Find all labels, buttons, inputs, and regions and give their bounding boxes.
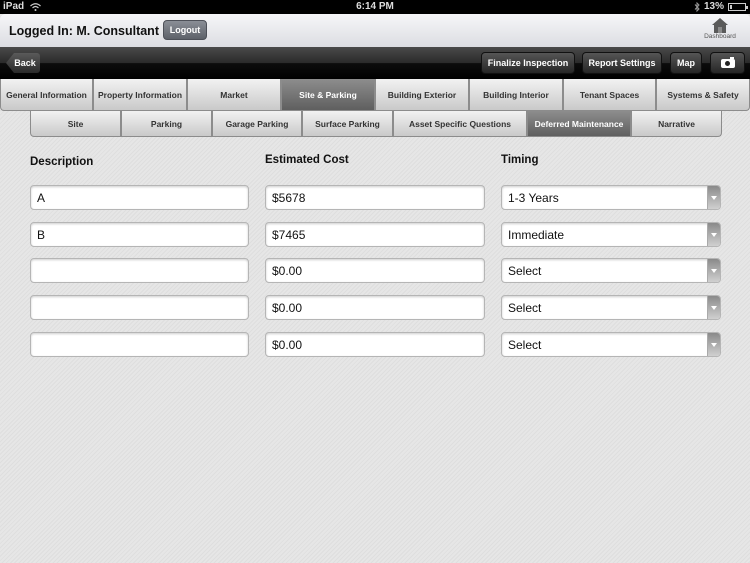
back-button[interactable]: Back	[6, 53, 40, 73]
description-input[interactable]	[30, 332, 249, 357]
dashboard-button[interactable]: Dashboard	[700, 17, 740, 40]
tab-property-information[interactable]: Property Information	[93, 79, 187, 111]
timing-select[interactable]: Select	[501, 332, 721, 357]
timing-select[interactable]: Select	[501, 258, 721, 283]
chevron-down-icon[interactable]	[707, 333, 720, 356]
main-tabs: General Information Property Information…	[0, 79, 750, 111]
bluetooth-icon	[694, 1, 700, 12]
timing-value: Immediate	[508, 227, 565, 242]
status-bar: iPad 6:14 PM 13%	[0, 0, 750, 14]
header-bar: Logged In: M. Consultant Logout Dashboar…	[0, 14, 750, 47]
tab-building-exterior[interactable]: Building Exterior	[375, 79, 469, 111]
chevron-down-icon[interactable]	[707, 259, 720, 282]
estimated-cost-input[interactable]: $7465	[265, 222, 485, 247]
subtab-deferred-maintenance[interactable]: Deferred Maintenance	[527, 111, 631, 137]
tab-general-information[interactable]: General Information	[0, 79, 93, 111]
subtab-narrative[interactable]: Narrative	[631, 111, 722, 137]
estimated-cost-input[interactable]: $5678	[265, 185, 485, 210]
estimated-cost-input[interactable]: $0.00	[265, 332, 485, 357]
description-input[interactable]: B	[30, 222, 249, 247]
camera-icon	[720, 56, 735, 68]
timing-value: Select	[508, 337, 542, 352]
logout-button[interactable]: Logout	[163, 20, 207, 40]
report-settings-button[interactable]: Report Settings	[582, 52, 662, 74]
estimated-cost-input[interactable]: $0.00	[265, 295, 485, 320]
description-input[interactable]	[30, 295, 249, 320]
chevron-down-icon[interactable]	[707, 296, 720, 319]
timing-value: Select	[508, 263, 542, 278]
subtab-parking[interactable]: Parking	[121, 111, 212, 137]
subtab-surface-parking[interactable]: Surface Parking	[302, 111, 393, 137]
description-header: Description	[30, 156, 94, 168]
clock: 6:14 PM	[356, 1, 394, 12]
description-input[interactable]: A	[30, 185, 249, 210]
timing-header: Timing	[501, 154, 539, 166]
tab-building-interior[interactable]: Building Interior	[469, 79, 563, 111]
toolbar: Back Finalize Inspection Report Settings…	[0, 47, 750, 79]
tab-tenant-spaces[interactable]: Tenant Spaces	[563, 79, 656, 111]
camera-button[interactable]	[710, 52, 745, 74]
timing-value: 1-3 Years	[508, 190, 559, 205]
estimated-cost-input[interactable]: $0.00	[265, 258, 485, 283]
map-button[interactable]: Map	[670, 52, 702, 74]
finalize-inspection-button[interactable]: Finalize Inspection	[481, 52, 575, 74]
home-icon	[712, 18, 728, 33]
chevron-down-icon[interactable]	[707, 223, 720, 246]
timing-select[interactable]: 1-3 Years	[501, 185, 721, 210]
battery-percent: 13%	[703, 1, 724, 12]
battery-icon	[728, 2, 748, 11]
subtab-asset-specific-questions[interactable]: Asset Specific Questions	[393, 111, 527, 137]
timing-select[interactable]: Immediate	[501, 222, 721, 247]
subtab-garage-parking[interactable]: Garage Parking	[212, 111, 302, 137]
logged-in-label: Logged In: M. Consultant	[9, 24, 159, 38]
tab-market[interactable]: Market	[187, 79, 281, 111]
tab-site-parking[interactable]: Site & Parking	[281, 79, 375, 111]
chevron-down-icon[interactable]	[707, 186, 720, 209]
dashboard-label: Dashboard	[704, 33, 736, 40]
timing-value: Select	[508, 300, 542, 315]
sub-tabs: Site Parking Garage Parking Surface Park…	[30, 111, 722, 137]
timing-select[interactable]: Select	[501, 295, 721, 320]
subtab-site[interactable]: Site	[30, 111, 121, 137]
description-input[interactable]	[30, 258, 249, 283]
tab-systems-safety[interactable]: Systems & Safety	[656, 79, 750, 111]
estimated-cost-header: Estimated Cost	[265, 154, 349, 166]
